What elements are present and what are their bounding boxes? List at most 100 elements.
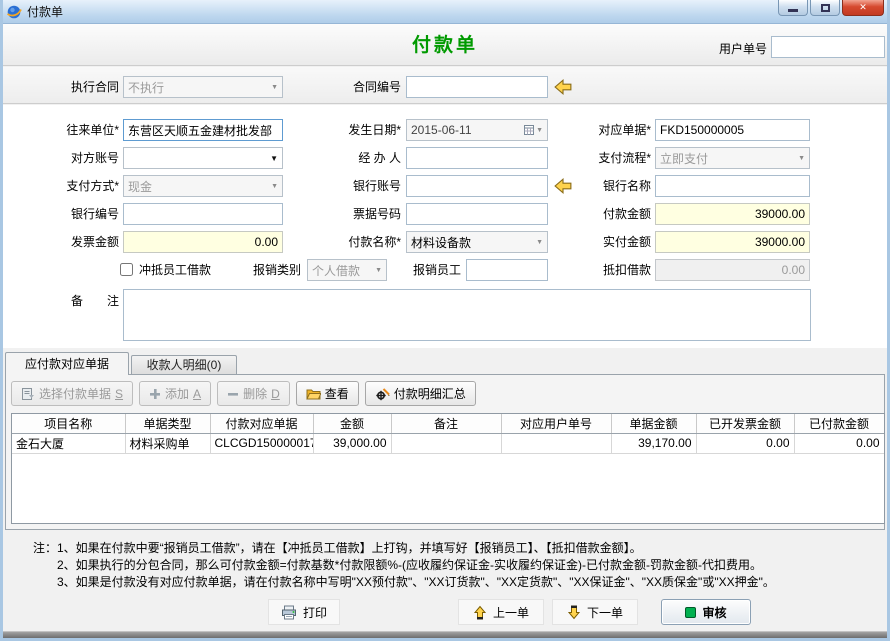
partner-label: 往来单位*: [23, 119, 119, 141]
table-cell: 材料采购单: [125, 433, 210, 453]
delete-button: 删除D: [217, 381, 290, 406]
column-header[interactable]: 单据金额: [611, 414, 696, 433]
maximize-icon: [821, 4, 830, 12]
table-cell: 39,000.00: [313, 433, 391, 453]
reimburse-type-select[interactable]: 个人借款 ▼: [307, 259, 387, 281]
offset-loan-label: 冲抵员工借款: [139, 259, 229, 281]
exec-contract-label: 执行合同: [23, 76, 119, 98]
chevron-down-icon: ▼: [267, 183, 278, 190]
bank-account-label: 银行账号: [303, 175, 401, 197]
bank-name-input[interactable]: [655, 175, 810, 197]
handler-input[interactable]: [406, 147, 548, 169]
green-square-icon: [685, 607, 696, 618]
reimburse-staff-input[interactable]: [466, 259, 548, 281]
date-label: 发生日期*: [303, 119, 401, 141]
payment-table[interactable]: 项目名称 单据类型 付款对应单据 金额 备注 对应用户单号 单据金额 已开发票金…: [11, 413, 885, 524]
contract-no-label: 合同编号: [303, 76, 401, 98]
column-header[interactable]: 对应用户单号: [501, 414, 611, 433]
invoice-amount-field: 0.00: [123, 231, 283, 253]
pay-method-select[interactable]: 现金 ▼: [123, 175, 283, 197]
user-no-label: 用户单号: [667, 38, 767, 60]
column-header[interactable]: 单据类型: [125, 414, 210, 433]
bill-no-label: 票据号码: [303, 203, 401, 225]
column-header[interactable]: 已开发票金额: [696, 414, 794, 433]
exec-contract-select[interactable]: 不执行 ▼: [123, 76, 283, 98]
contract-no-input[interactable]: [406, 76, 548, 98]
hand-down-icon: [567, 605, 581, 620]
table-row[interactable]: 金石大厦 材料采购单 CLCGD150000017 39,000.00 39,1…: [12, 433, 884, 453]
next-doc-button[interactable]: 下一单: [552, 599, 638, 625]
bank-code-label: 银行编号: [23, 203, 119, 225]
pay-flow-label: 支付流程*: [563, 147, 651, 169]
column-header[interactable]: 备注: [391, 414, 501, 433]
hand-left-icon[interactable]: [554, 78, 572, 96]
status-bar: [3, 631, 887, 638]
plus-icon: [149, 388, 161, 400]
partner-input[interactable]: [123, 119, 283, 141]
hand-up-icon: [473, 605, 487, 620]
prev-doc-button[interactable]: 上一单: [458, 599, 544, 625]
chevron-down-icon: ▼: [536, 127, 543, 134]
chevron-down-icon: ▼: [371, 267, 382, 274]
deduct-loan-field: 0.00: [655, 259, 810, 281]
doc-no-input[interactable]: [655, 119, 810, 141]
pay-amount-field: 39000.00: [655, 203, 810, 225]
column-header[interactable]: 付款对应单据: [210, 414, 313, 433]
summary-icon: [375, 387, 390, 401]
chevron-down-icon: ▼: [267, 84, 278, 91]
minimize-icon: [788, 9, 798, 12]
select-pay-doc-button: 选择付款单据S: [11, 381, 133, 406]
actual-amount-field: 39000.00: [655, 231, 810, 253]
close-button[interactable]: ✕: [842, 0, 884, 16]
toolbar: 选择付款单据S 添加A 删除D 查看 付款明细汇总: [11, 381, 476, 406]
bank-account-input[interactable]: [406, 175, 548, 197]
note-line: 2、如果执行的分包合同，那么可付款金额=付款基数*付款限额%-(应收履约保证金-…: [33, 557, 877, 574]
table-cell: [391, 433, 501, 453]
folder-icon: [306, 387, 321, 400]
remark-label: 备 注: [23, 290, 119, 312]
table-cell: 39,170.00: [611, 433, 696, 453]
bank-code-input[interactable]: [123, 203, 283, 225]
deduct-loan-label: 抵扣借款: [563, 259, 651, 281]
remark-textarea[interactable]: [123, 289, 811, 341]
doc-no-label: 对应单据*: [563, 119, 651, 141]
app-icon: [6, 4, 22, 20]
table-cell: 0.00: [794, 433, 884, 453]
other-account-label: 对方账号: [23, 147, 119, 169]
window-title: 付款单: [27, 3, 63, 20]
offset-loan-checkbox[interactable]: [120, 263, 133, 276]
minimize-button[interactable]: [778, 0, 808, 16]
tab-payable-docs[interactable]: 应付款对应单据: [5, 352, 129, 375]
calendar-icon: [524, 125, 534, 135]
pay-amount-label: 付款金额: [563, 203, 651, 225]
chevron-down-icon: ▼: [532, 239, 543, 246]
payment-order-window: 付款单 ✕ 付款单 用户单号 执行合同 不执行 ▼ 合同编号 往来单位* 发生日…: [0, 0, 890, 641]
column-header[interactable]: 项目名称: [12, 414, 125, 433]
user-no-input[interactable]: [771, 36, 885, 58]
maximize-button[interactable]: [810, 0, 840, 16]
printer-icon: [281, 605, 297, 620]
print-button[interactable]: 打印: [268, 599, 340, 625]
tab-payee-detail[interactable]: 收款人明细(0): [131, 355, 237, 375]
table-header-row: 项目名称 单据类型 付款对应单据 金额 备注 对应用户单号 单据金额 已开发票金…: [12, 414, 884, 433]
pay-method-label: 支付方式*: [23, 175, 119, 197]
column-header[interactable]: 已付款金额: [794, 414, 884, 433]
minus-icon: [227, 388, 239, 400]
note-line: 注：1、如果在付款中要“报销员工借款”，请在【冲抵员工借款】上打钩，并填写好【报…: [33, 540, 877, 557]
column-header[interactable]: 金额: [313, 414, 391, 433]
bank-name-label: 银行名称: [563, 175, 651, 197]
table-cell: CLCGD150000017: [210, 433, 313, 453]
view-button[interactable]: 查看: [296, 381, 359, 406]
pay-detail-summary-button[interactable]: 付款明细汇总: [365, 381, 476, 406]
pay-flow-select[interactable]: 立即支付 ▼: [655, 147, 810, 169]
audit-button[interactable]: 审核: [661, 599, 751, 625]
pay-name-select[interactable]: 材料设备款 ▼: [406, 231, 548, 253]
notes: 注：1、如果在付款中要“报销员工借款”，请在【冲抵员工借款】上打钩，并填写好【报…: [33, 540, 877, 591]
date-picker[interactable]: 2015-06-11 ▼: [406, 119, 548, 141]
notepad-icon: [21, 387, 35, 401]
actual-amount-label: 实付金额: [563, 231, 651, 253]
bill-no-input[interactable]: [406, 203, 548, 225]
invoice-amount-label: 发票金额: [23, 231, 119, 253]
other-account-combobox[interactable]: ▼: [123, 147, 283, 169]
table-cell: [501, 433, 611, 453]
